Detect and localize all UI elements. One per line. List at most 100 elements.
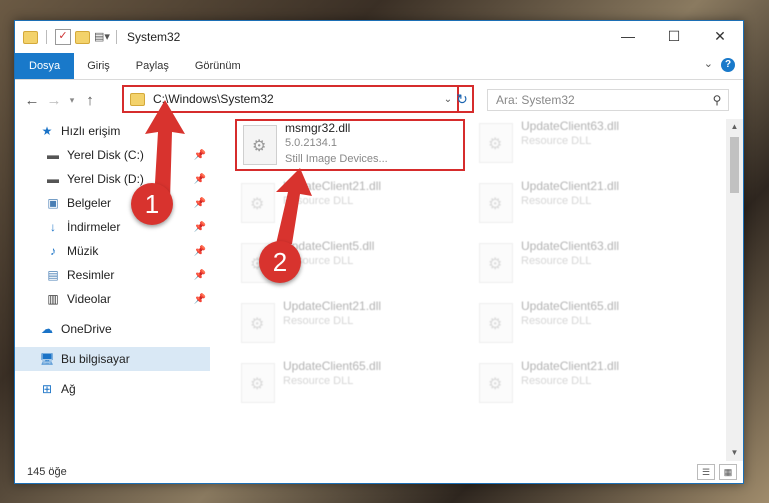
status-bar: 145 öğe ☰ ▦ [15, 461, 743, 483]
properties-icon[interactable]: ✓ [55, 29, 71, 45]
search-icon: ⚲ [712, 93, 722, 107]
refresh-button[interactable]: ↻ [452, 85, 474, 113]
sidebar-item-label: Hızlı erişim [61, 124, 121, 138]
explorer-window: ✓ ▤▾ System32 — ☐ ✕ Dosya Giriş Paylaş G… [14, 20, 744, 484]
folder-icon [23, 30, 38, 44]
file-description: Resource DLL [283, 315, 354, 327]
sidebar-item-videolar[interactable]: ▥ Videolar 📌 [15, 287, 210, 311]
dll-file-icon [241, 363, 275, 403]
file-name: UpdateClient63.dll [521, 239, 620, 253]
search-box[interactable]: Ara: System32 ⚲ [487, 89, 729, 111]
file-name: UpdateClient21.dll [521, 179, 620, 193]
address-path[interactable]: C:\Windows\System32 [153, 92, 439, 106]
documents-icon: ▣ [47, 196, 59, 210]
forward-button[interactable]: → [43, 92, 65, 109]
new-folder-icon[interactable] [75, 30, 90, 44]
divider [116, 30, 117, 44]
dll-file-icon [479, 243, 513, 283]
sidebar-item-resimler[interactable]: ▤ Resimler 📌 [15, 263, 210, 287]
file-tile[interactable]: UpdateClient65.dll Resource DLL [473, 299, 703, 351]
file-tile[interactable]: UpdateClient21.dll Resource DLL [473, 359, 703, 411]
file-description: Resource DLL [521, 375, 592, 387]
computer-icon: 🖥 [39, 352, 55, 366]
dll-file-icon [479, 183, 513, 223]
help-icon[interactable]: ? [721, 58, 735, 72]
maximize-button[interactable]: ☐ [651, 21, 697, 51]
videos-icon: ▥ [47, 292, 59, 306]
expand-ribbon-icon[interactable]: ⌄ [704, 57, 713, 70]
file-description: Resource DLL [521, 315, 592, 327]
file-description: Resource DLL [283, 375, 354, 387]
callout-badge-2: 2 [259, 241, 301, 283]
file-name: UpdateClient21.dll [521, 359, 620, 373]
file-tile[interactable]: UpdateClient63.dll Resource DLL [473, 239, 703, 291]
network-icon: ⊞ [41, 382, 53, 396]
sidebar-item-label: Videolar [67, 292, 111, 306]
vertical-scrollbar[interactable]: ▲ ▼ [726, 119, 743, 461]
file-tile[interactable]: msmgr32.dll 5.0.2134.1 Still Image Devic… [235, 119, 465, 171]
sidebar-item-muzik[interactable]: ♪ Müzik 📌 [15, 239, 210, 263]
sidebar-item-onedrive[interactable]: ☁ OneDrive [15, 317, 210, 341]
scroll-up-icon[interactable]: ▲ [726, 119, 743, 135]
pin-icon[interactable]: 📌 [194, 198, 206, 209]
tab-giris[interactable]: Giriş [74, 53, 123, 79]
sidebar-item-indirmeler[interactable]: ↓ İndirmeler 📌 [15, 215, 210, 239]
customize-toolbar-icon[interactable]: ▤▾ [94, 30, 110, 44]
file-version: 5.0.2134.1 [285, 137, 337, 149]
drive-icon: ▬ [47, 172, 59, 186]
file-tile[interactable]: UpdateClient21.dll Resource DLL [473, 179, 703, 231]
tab-gorunum[interactable]: Görünüm [182, 53, 254, 79]
pin-icon[interactable]: 📌 [194, 246, 206, 257]
file-name: UpdateClient63.dll [521, 119, 620, 133]
dll-file-icon [479, 363, 513, 403]
quick-access-toolbar: ✓ ▤▾ [15, 29, 121, 45]
search-input[interactable]: Ara: System32 [496, 93, 706, 107]
divider [46, 30, 47, 44]
file-description: Resource DLL [521, 255, 592, 267]
scroll-down-icon[interactable]: ▼ [726, 445, 743, 461]
address-row: ← → ▾ ↑ C:\Windows\System32 ⌄ ↻ Ara: Sys… [15, 80, 743, 120]
sidebar-item-label: Belgeler [67, 196, 112, 210]
tab-paylas[interactable]: Paylaş [123, 53, 182, 79]
file-description: Resource DLL [521, 195, 592, 207]
sidebar-item-label: Yerel Disk (C:) [67, 148, 144, 162]
file-name: msmgr32.dll [285, 121, 351, 135]
file-tile[interactable]: UpdateClient21.dll Resource DLL [235, 299, 465, 351]
music-icon: ♪ [50, 244, 56, 258]
file-description: Resource DLL [521, 135, 592, 147]
back-button[interactable]: ← [21, 92, 43, 109]
window-title: System32 [127, 30, 181, 44]
pin-icon[interactable]: 📌 [194, 294, 206, 305]
close-button[interactable]: ✕ [697, 21, 743, 51]
pin-icon[interactable]: 📌 [194, 270, 206, 281]
dll-file-icon [241, 303, 275, 343]
file-tile[interactable]: UpdateClient63.dll Resource DLL [473, 119, 703, 171]
file-name: UpdateClient65.dll [521, 299, 620, 313]
item-count: 145 öğe [27, 466, 67, 478]
dll-file-icon [243, 125, 277, 165]
dll-file-icon [479, 303, 513, 343]
pin-icon[interactable]: 📌 [194, 222, 206, 233]
details-view-icon[interactable]: ☰ [697, 464, 715, 480]
tab-dosya[interactable]: Dosya [15, 53, 75, 79]
star-icon: ★ [41, 124, 53, 138]
sidebar-item-label: Bu bilgisayar [61, 352, 130, 366]
dll-file-icon [479, 123, 513, 163]
pin-icon[interactable]: 📌 [194, 174, 206, 185]
sidebar-item-this-pc[interactable]: 🖥 Bu bilgisayar [15, 347, 210, 371]
sidebar-item-network[interactable]: ⊞ Ağ [15, 377, 210, 401]
sidebar-item-label: Ağ [61, 382, 76, 396]
large-icons-view-icon[interactable]: ▦ [719, 464, 737, 480]
pictures-icon: ▤ [47, 268, 59, 282]
scroll-thumb[interactable] [730, 137, 739, 193]
minimize-button[interactable]: — [605, 21, 651, 51]
file-tile[interactable]: UpdateClient65.dll Resource DLL [235, 359, 465, 411]
callout-arrow-2 [276, 168, 312, 244]
ribbon-tabs: Dosya Giriş Paylaş Görünüm ⌄ ? [15, 53, 743, 80]
pin-icon[interactable]: 📌 [194, 150, 206, 161]
recent-locations-button[interactable]: ▾ [65, 95, 79, 106]
file-name: UpdateClient21.dll [283, 299, 382, 313]
sidebar-item-label: Resimler [67, 268, 115, 282]
up-button[interactable]: ↑ [79, 92, 101, 109]
drive-icon: ▬ [47, 148, 59, 162]
